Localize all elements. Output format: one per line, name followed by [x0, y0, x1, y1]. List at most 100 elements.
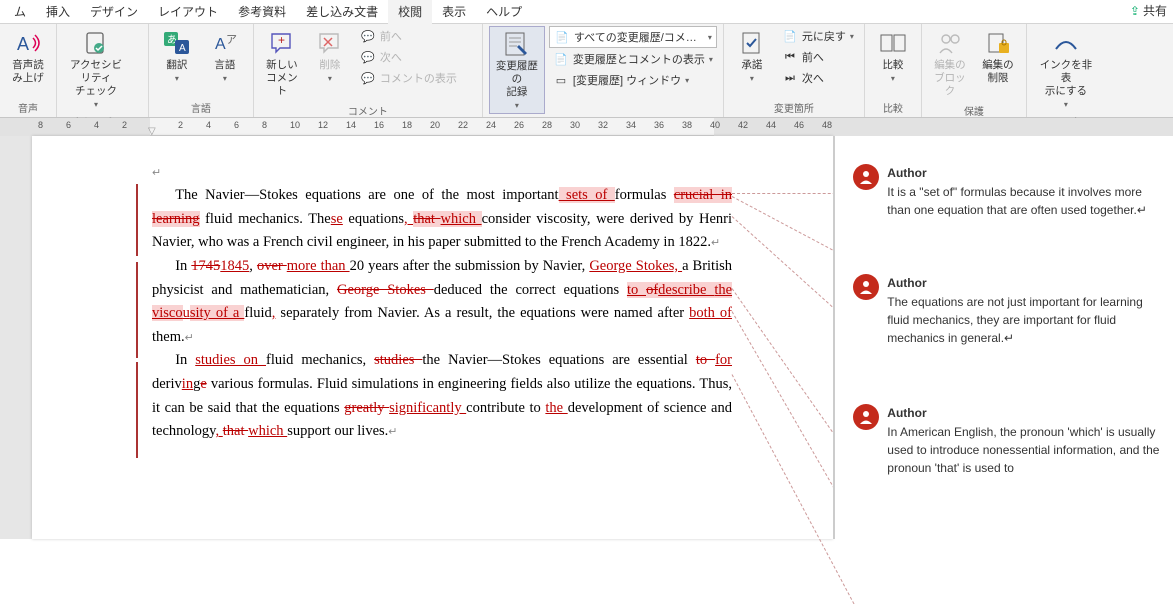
share-label: 共有	[1143, 2, 1167, 19]
display-mode-icon: 📄	[554, 29, 570, 45]
track-changes-button[interactable]: 変更履歴の 記録 ▾	[489, 26, 545, 114]
comments-pane[interactable]: AuthorIt is a "set of" formulas because …	[833, 136, 1173, 539]
insertion: significantly	[389, 400, 466, 416]
group-compare-label: 比較	[871, 98, 915, 117]
hide-ink-icon	[1052, 29, 1080, 57]
chevron-down-icon: ▾	[708, 33, 712, 42]
comment-2[interactable]: AuthorThe equations are not just importa…	[853, 274, 1163, 347]
language-icon: Aア	[211, 29, 239, 57]
prev-comment-button[interactable]: 💬前へ	[356, 26, 476, 46]
restrict-editing-label: 編集の 制限	[982, 59, 1014, 85]
display-mode-dropdown[interactable]: 📄すべての変更履歴/コメ…▾	[549, 26, 717, 48]
compare-label: 比較	[882, 59, 903, 72]
svg-text:A: A	[179, 43, 186, 54]
paragraph-3[interactable]: In studies on fluid mechanics, studies t…	[152, 349, 732, 444]
tab-insert[interactable]: 挿入	[36, 0, 80, 24]
accept-button[interactable]: 承諾 ▾	[730, 26, 774, 86]
insertion: George Stokes,	[589, 258, 682, 274]
comment-text: The equations are not just important for…	[887, 293, 1163, 347]
read-aloud-icon: A	[14, 29, 42, 57]
horizontal-ruler[interactable]: 8 6 4 2 2 4 6 8 10 12 14 16 18 20 22 24 …	[0, 118, 1173, 136]
comment-connector	[732, 216, 844, 317]
accessibility-icon	[82, 29, 110, 57]
document-body[interactable]: The Navier—Stokes equations are one of t…	[152, 184, 732, 444]
comment-author: Author	[887, 404, 1163, 422]
insertion: se	[331, 211, 343, 227]
chevron-down-icon: ▾	[223, 74, 227, 83]
tab-view[interactable]: 表示	[432, 0, 476, 24]
comment-author: Author	[887, 164, 1163, 182]
block-authors-label: 編集の ブロック	[930, 59, 970, 98]
comment-text: It is a "set of" formulas because it inv…	[887, 183, 1163, 219]
deletion: George Stokes	[337, 282, 434, 298]
tab-references[interactable]: 参考資料	[228, 0, 296, 24]
language-label: 言語	[214, 59, 235, 72]
group-compare: 比較 ▾ 比較	[865, 24, 922, 117]
reviewing-pane-icon: ▭	[553, 72, 569, 88]
next-comment-button[interactable]: 💬次へ	[356, 47, 476, 67]
tab-help[interactable]: ヘルプ	[476, 0, 532, 24]
next-change-button[interactable]: ⏭次へ	[778, 68, 858, 88]
restrict-editing-button[interactable]: 編集の 制限	[976, 26, 1020, 88]
show-markup-button[interactable]: 📄変更履歴とコメントの表示▾	[549, 49, 717, 69]
ribbon: A 音声読 み上げ 音声 アクセシビリティ チェック ▾ アクセシビリティ あA…	[0, 24, 1173, 118]
deletion: studies	[374, 352, 422, 368]
comment-avatar	[853, 404, 879, 430]
svg-text:A: A	[215, 36, 226, 53]
tab-home-partial[interactable]: ム	[4, 0, 36, 24]
tab-mailings[interactable]: 差し込み文書	[296, 0, 388, 24]
group-language-label: 言語	[155, 98, 247, 117]
group-language: あA 翻訳 ▾ Aア 言語 ▾ 言語	[149, 24, 254, 117]
change-bar	[136, 184, 138, 256]
insertion: sets of	[559, 187, 615, 203]
accessibility-check-button[interactable]: アクセシビリティ チェック ▾	[63, 26, 129, 112]
paragraph-2[interactable]: In 17451845, over more than 20 years aft…	[152, 255, 732, 350]
menubar: ム 挿入 デザイン レイアウト 参考資料 差し込み文書 校閲 表示 ヘルプ ⇪ …	[0, 0, 1173, 24]
show-comments-button[interactable]: 💬コメントの表示	[356, 68, 476, 88]
translate-icon: あA	[163, 29, 191, 57]
language-button[interactable]: Aア 言語 ▾	[203, 26, 247, 86]
chevron-down-icon: ▾	[750, 74, 754, 83]
share-button[interactable]: ⇪ 共有	[1130, 2, 1167, 19]
delete-comment-button[interactable]: 削除 ▾	[308, 26, 352, 86]
comment-avatar	[853, 274, 879, 300]
insertion: which	[441, 211, 482, 227]
reject-button[interactable]: 📄元に戻す▾	[778, 26, 858, 46]
translate-button[interactable]: あA 翻訳 ▾	[155, 26, 199, 86]
svg-text:ア: ア	[226, 34, 237, 46]
deletion: greatly	[344, 400, 389, 416]
insertion: 1845	[220, 258, 249, 274]
group-comments: + 新しい コメント 削除 ▾ 💬前へ 💬次へ 💬コメントの表示 コメント	[254, 24, 483, 117]
compare-icon	[879, 29, 907, 57]
share-icon: ⇪	[1130, 4, 1140, 18]
compare-button[interactable]: 比較 ▾	[871, 26, 915, 86]
insertion: more than	[287, 258, 350, 274]
insertion: which	[248, 423, 287, 439]
tab-layout[interactable]: レイアウト	[148, 0, 228, 24]
paragraph-1[interactable]: The Navier—Stokes equations are one of t…	[152, 184, 732, 255]
insertion: both of	[689, 305, 732, 321]
group-changes: 承諾 ▾ 📄元に戻す▾ ⏮前へ ⏭次へ 変更箇所	[724, 24, 865, 117]
read-aloud-label: 音声読 み上げ	[12, 59, 44, 85]
read-aloud-button[interactable]: A 音声読 み上げ	[6, 26, 50, 88]
prev-comment-icon: 💬	[360, 28, 376, 44]
new-comment-button[interactable]: + 新しい コメント	[260, 26, 304, 101]
chevron-down-icon: ▾	[515, 101, 519, 110]
hide-ink-button[interactable]: インクを非表 示にする ▾	[1033, 26, 1099, 112]
document-page[interactable]: ↵ The Navier—Stokes equations are one of…	[32, 136, 833, 539]
reviewing-pane-button[interactable]: ▭[変更履歴] ウィンドウ▾	[549, 70, 717, 90]
chevron-down-icon: ▾	[891, 74, 895, 83]
accept-icon	[738, 29, 766, 57]
tab-design[interactable]: デザイン	[80, 0, 148, 24]
change-bar	[136, 362, 138, 458]
new-comment-label: 新しい コメント	[262, 59, 302, 98]
prev-change-button[interactable]: ⏮前へ	[778, 47, 858, 67]
tab-review[interactable]: 校閲	[388, 0, 432, 24]
restrict-editing-icon	[984, 29, 1012, 57]
comment-3[interactable]: AuthorIn American English, the pronoun '…	[853, 404, 1163, 477]
next-comment-icon: 💬	[360, 49, 376, 65]
comment-text: In American English, the pronoun 'which'…	[887, 423, 1163, 477]
insertion: the	[545, 400, 567, 416]
block-authors-button[interactable]: 編集の ブロック	[928, 26, 972, 101]
comment-1[interactable]: AuthorIt is a "set of" formulas because …	[853, 164, 1163, 219]
